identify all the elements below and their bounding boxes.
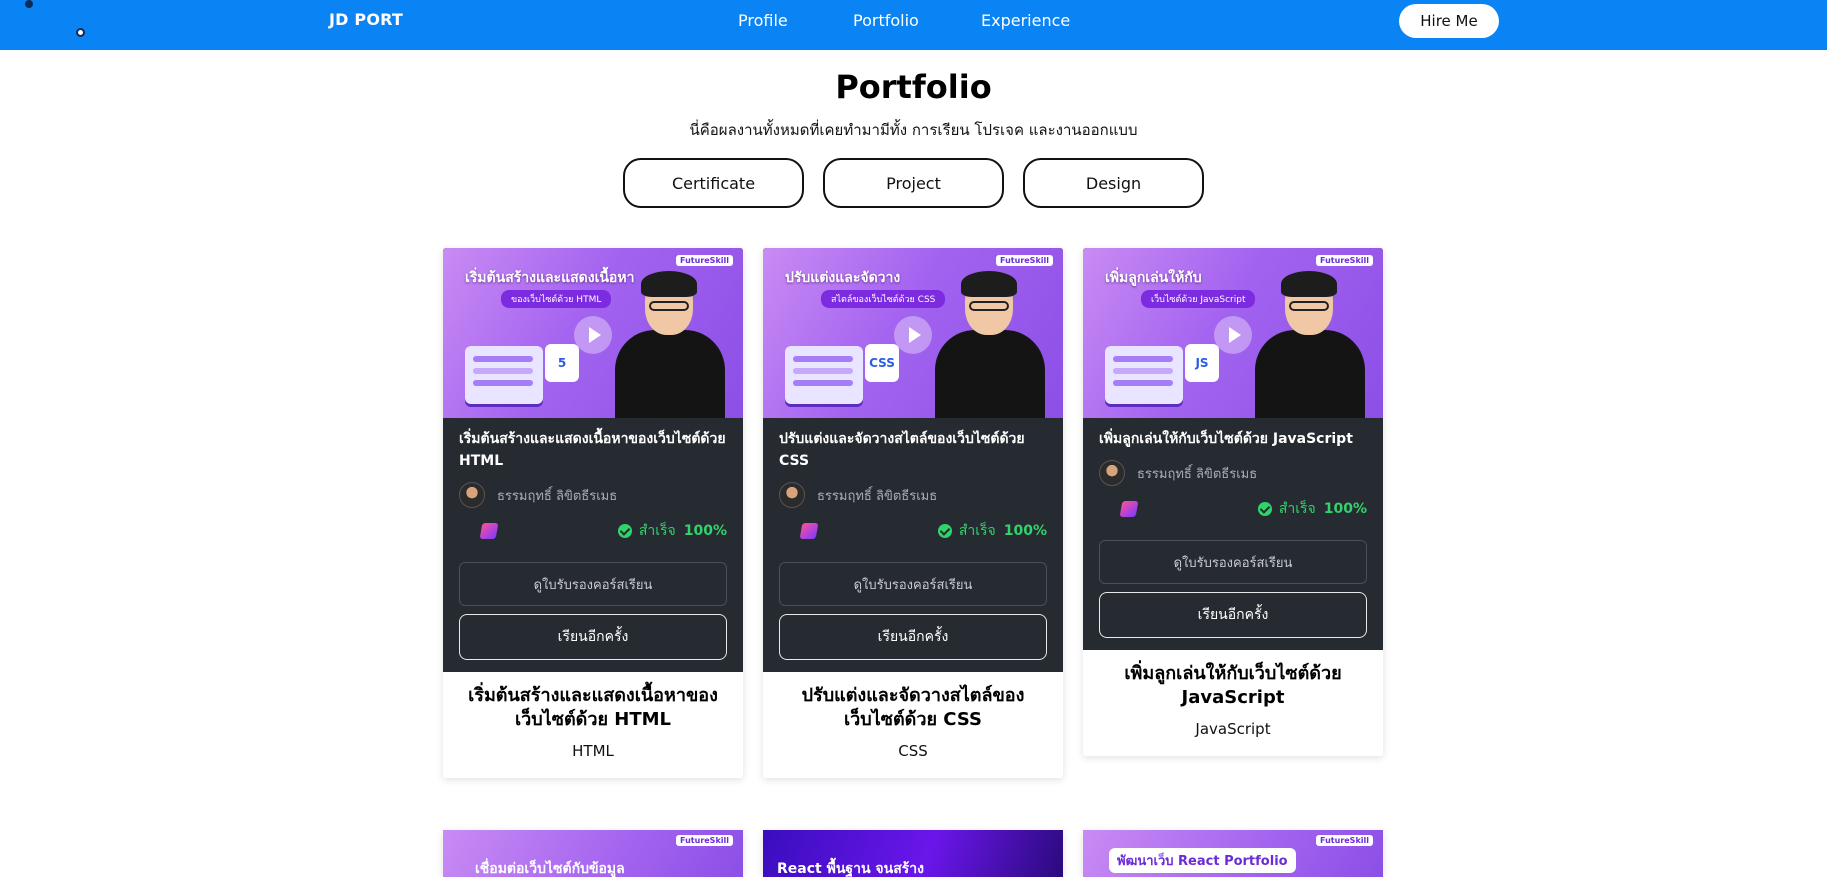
author-name: ธรรมฤทธิ์ ลิขิตธีรเมธ [1137, 466, 1258, 482]
study-again-button[interactable]: เรียนอีกครั้ง [779, 614, 1047, 660]
course-name: ปรับแต่งและจัดวางสไตล์ของเว็บไซต์ด้วย CS… [779, 431, 1025, 469]
css3-icon: CSS [865, 344, 899, 382]
course-thumbnail: เริ่มต้นสร้างและแสดงเนื้อหา ของเว็บไซต์ด… [443, 248, 743, 418]
thumbnail-title: เชื่อมต่อเว็บไซต์กับข้อมูล [475, 861, 625, 877]
study-again-button[interactable]: เรียนอีกครั้ง [459, 614, 727, 660]
status-text: สำเร็จ [1278, 501, 1316, 517]
card-title: เริ่มต้นสร้างและแสดงเนื้อหาของเว็บไซต์ด้… [468, 685, 718, 730]
instructor-photo [1255, 263, 1365, 418]
status-text: สำเร็จ [638, 523, 676, 539]
author-name: ธรรมฤทธิ์ ลิขิตธีรเมธ [817, 488, 938, 504]
status-badge: สำเร็จ 100% [617, 520, 727, 542]
filter-design-button[interactable]: Design [1023, 158, 1204, 208]
play-icon[interactable] [1214, 316, 1252, 354]
course-name: เริ่มต้นสร้างและแสดงเนื้อหาของเว็บไซต์ด้… [459, 431, 726, 469]
html5-icon: 5 [545, 344, 579, 382]
thumbnail-tag: เว็บไซต์ด้วย JavaScript [1141, 290, 1256, 308]
check-circle-icon [617, 524, 632, 538]
check-circle-icon [937, 524, 952, 538]
navbar: JD PORT Profile Portfolio Experience Hir… [0, 0, 1827, 50]
portfolio-card[interactable]: เริ่มต้นสร้างและแสดงเนื้อหา ของเว็บไซต์ด… [443, 248, 743, 778]
course-author: ธรรมฤทธิ์ ลิขิตธีรเมธ [459, 482, 727, 508]
card-tag: CSS [898, 742, 928, 760]
study-again-button[interactable]: เรียนอีกครั้ง [1099, 592, 1367, 638]
decorative-dot [25, 0, 33, 8]
filter-project-button[interactable]: Project [823, 158, 1004, 208]
thumbnail-tag: ของเว็บไซต์ด้วย HTML [501, 290, 612, 308]
thumbnail-tag: สไตล์ของเว็บไซต์ด้วย CSS [821, 290, 946, 308]
futureskill-icon [1119, 501, 1139, 517]
status-percent: 100% [683, 523, 727, 539]
course-thumbnail: ปรับแต่งและจัดวาง สไตล์ของเว็บไซต์ด้วย C… [763, 248, 1063, 418]
laptop-illustration [465, 346, 543, 404]
certificate-screenshot: เพิ่มลูกเล่นให้กับ เว็บไซต์ด้วย JavaScri… [1083, 248, 1383, 650]
course-thumbnail: React พื้นฐาน จนสร้าง [763, 830, 1063, 877]
status-percent: 100% [1003, 523, 1047, 539]
thumbnail-title: พัฒนาเว็บ React Portfolio [1109, 848, 1296, 873]
portfolio-card[interactable]: ปรับแต่งและจัดวาง สไตล์ของเว็บไซต์ด้วย C… [763, 248, 1063, 778]
course-author: ธรรมฤทธิ์ ลิขิตธีรเมธ [779, 482, 1047, 508]
status-text: สำเร็จ [958, 523, 996, 539]
nav-profile[interactable]: Profile [738, 11, 788, 30]
instructor-photo [935, 263, 1045, 418]
course-name: เพิ่มลูกเล่นให้กับเว็บไซต์ด้วย JavaScrip… [1099, 431, 1353, 447]
nav-experience[interactable]: Experience [981, 11, 1070, 30]
play-icon[interactable] [574, 316, 612, 354]
author-name: ธรรมฤทธิ์ ลิขิตธีรเมธ [497, 488, 618, 504]
view-certificate-button[interactable]: ดูใบรับรองคอร์สเรียน [1099, 540, 1367, 584]
author-avatar [779, 482, 805, 508]
course-thumbnail: FutureSkill พัฒนาเว็บ React Portfolio [1083, 830, 1383, 877]
futureskill-icon [799, 523, 819, 539]
check-circle-icon [1257, 502, 1272, 516]
portfolio-card[interactable]: FutureSkill พัฒนาเว็บ React Portfolio [1083, 830, 1383, 877]
nav-portfolio[interactable]: Portfolio [853, 11, 919, 30]
play-icon[interactable] [894, 316, 932, 354]
thumbnail-title: เพิ่มลูกเล่นให้กับ [1105, 270, 1202, 286]
hire-me-button[interactable]: Hire Me [1399, 4, 1499, 38]
page-subtitle: นี่คือผลงานทั้งหมดที่เคยทำมามีทั้ง การเร… [689, 121, 1138, 139]
status-badge: สำเร็จ 100% [937, 520, 1047, 542]
portfolio-card[interactable]: React พื้นฐาน จนสร้าง [763, 830, 1063, 877]
card-title: ปรับแต่งและจัดวางสไตล์ของเว็บไซต์ด้วย CS… [801, 685, 1025, 730]
instructor-photo [615, 263, 725, 418]
author-avatar [459, 482, 485, 508]
course-thumbnail: เพิ่มลูกเล่นให้กับ เว็บไซต์ด้วย JavaScri… [1083, 248, 1383, 418]
decorative-dot [76, 28, 85, 37]
browser-illustration [785, 346, 863, 404]
status-percent: 100% [1323, 501, 1367, 517]
thumbnail-title: React พื้นฐาน จนสร้าง [777, 861, 924, 877]
view-certificate-button[interactable]: ดูใบรับรองคอร์สเรียน [779, 562, 1047, 606]
code-editor-illustration [1105, 346, 1183, 404]
portfolio-card[interactable]: เพิ่มลูกเล่นให้กับ เว็บไซต์ด้วย JavaScri… [1083, 248, 1383, 756]
card-title: เพิ่มลูกเล่นให้กับเว็บไซต์ด้วย JavaScrip… [1124, 663, 1342, 708]
portfolio-card[interactable]: FutureSkill เชื่อมต่อเว็บไซต์กับข้อมูล [443, 830, 743, 877]
brand-logo[interactable]: JD PORT [329, 10, 403, 29]
status-badge: สำเร็จ 100% [1257, 498, 1367, 520]
certificate-screenshot: เริ่มต้นสร้างและแสดงเนื้อหา ของเว็บไซต์ด… [443, 248, 743, 672]
futureskill-logo: FutureSkill [676, 835, 733, 846]
futureskill-logo: FutureSkill [1316, 835, 1373, 846]
certificate-screenshot: ปรับแต่งและจัดวาง สไตล์ของเว็บไซต์ด้วย C… [763, 248, 1063, 672]
futureskill-icon [479, 523, 499, 539]
filter-certificate-button[interactable]: Certificate [623, 158, 804, 208]
view-certificate-button[interactable]: ดูใบรับรองคอร์สเรียน [459, 562, 727, 606]
page-title: Portfolio [835, 68, 992, 106]
author-avatar [1099, 460, 1125, 486]
card-tag: HTML [572, 742, 614, 760]
course-thumbnail: FutureSkill เชื่อมต่อเว็บไซต์กับข้อมูล [443, 830, 743, 877]
thumbnail-title: ปรับแต่งและจัดวาง [785, 270, 901, 286]
javascript-icon: JS [1185, 344, 1219, 382]
course-author: ธรรมฤทธิ์ ลิขิตธีรเมธ [1099, 460, 1367, 486]
card-tag: JavaScript [1195, 720, 1271, 738]
thumbnail-title: เริ่มต้นสร้างและแสดงเนื้อหา [465, 270, 635, 286]
